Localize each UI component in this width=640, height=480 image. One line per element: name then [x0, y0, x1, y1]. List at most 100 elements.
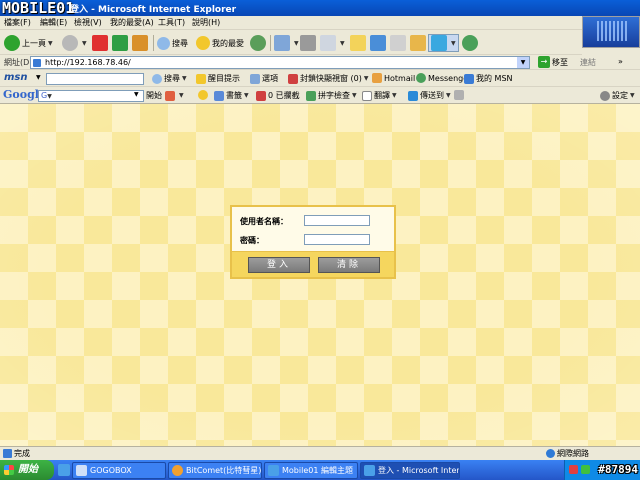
tray-icon[interactable]	[569, 465, 578, 474]
chevron-down-icon: ▼	[294, 39, 299, 47]
search-button[interactable]: 搜尋	[157, 34, 188, 52]
stop-button[interactable]	[92, 34, 110, 52]
watermark-id: #87894	[598, 463, 638, 476]
discuss-button[interactable]	[350, 34, 368, 52]
window-title: 登入 - Microsoft Internet Explorer	[70, 5, 237, 15]
start-button[interactable]: 開始	[0, 460, 54, 480]
chevron-down-icon: ▼	[48, 39, 53, 47]
skype-button[interactable]: ▼	[428, 34, 459, 52]
favorites-button[interactable]: 我的最愛	[196, 34, 244, 52]
quicklaunch-ie-icon[interactable]	[58, 464, 70, 476]
google-pencil-button[interactable]	[454, 90, 466, 100]
google-settings-button[interactable]: 設定 ▼	[600, 90, 635, 101]
chevron-down-icon[interactable]: ▼	[134, 91, 139, 98]
menu-favorites[interactable]: 我的最愛(A)	[110, 17, 154, 28]
messenger-toolbar-button[interactable]	[370, 34, 388, 52]
tray-icon[interactable]	[581, 465, 590, 474]
chevron-down-icon[interactable]: ▼	[36, 74, 41, 81]
menu-view[interactable]: 檢視(V)	[74, 17, 102, 28]
ie-icon	[364, 465, 375, 476]
research-button[interactable]	[390, 34, 408, 52]
google-start-button[interactable]: 開始 ▼	[146, 90, 184, 101]
chevron-down-icon: ▼	[392, 92, 397, 99]
windows-flag-icon	[4, 465, 14, 475]
print-button[interactable]	[300, 34, 318, 52]
msn-options-button[interactable]: 選項	[250, 73, 278, 84]
popup-blocker-icon	[256, 90, 266, 101]
taskbar-item-gogobox[interactable]: GOGOBOX	[72, 462, 166, 479]
chevron-down-icon: ▼	[451, 39, 456, 47]
chevron-down-icon: ▼	[446, 92, 451, 99]
chevron-down-icon: ▼	[340, 39, 345, 47]
messenger-icon	[416, 73, 426, 83]
login-button-bar: 登入 清除	[232, 251, 394, 277]
address-url[interactable]: http://192.168.78.46/	[45, 58, 131, 67]
address-input[interactable]: http://192.168.78.46/ ▼	[30, 56, 530, 69]
back-arrow-icon	[4, 35, 20, 51]
people-icon	[462, 35, 478, 51]
taskbar-item-mobile01[interactable]: Mobile01 編輯主題	[264, 462, 358, 479]
msn-mymsn-button[interactable]: 我的 MSN	[464, 73, 513, 84]
password-input[interactable]	[304, 234, 370, 245]
folder-icon	[350, 35, 366, 51]
chevron-down-icon: ▼	[363, 75, 369, 82]
page-content: 使用者名稱： 密碼： 登入 清除	[0, 104, 640, 446]
address-bar: 網址(D) http://192.168.78.46/ ▼ → 移至 連結 »	[0, 55, 640, 70]
mail-button[interactable]: ▼	[274, 34, 299, 52]
google-spellcheck-button[interactable]: 拼字檢查 ▼	[306, 90, 357, 101]
menu-bar: 檔案(F) 編輯(E) 檢視(V) 我的最愛(A) 工具(T) 說明(H)	[0, 16, 640, 30]
messenger-icon	[370, 35, 386, 51]
address-label: 網址(D)	[4, 58, 33, 67]
msn-search-button[interactable]: 搜尋 ▼	[152, 73, 187, 84]
clear-button[interactable]: 清除	[318, 257, 380, 273]
back-button[interactable]: 上一頁 ▼	[4, 34, 53, 52]
menu-file[interactable]: 檔案(F)	[4, 17, 31, 28]
address-dropdown-icon[interactable]: ▼	[517, 57, 529, 68]
google-popup-blocked-button[interactable]: 0 已攔截	[256, 90, 300, 101]
msn-logo[interactable]: msn	[4, 72, 28, 83]
google-sendto-button[interactable]: 傳送到 ▼	[408, 90, 451, 101]
google-star-button[interactable]	[198, 90, 210, 100]
status-bar: 完成 網際網路	[0, 446, 640, 460]
username-input[interactable]	[304, 215, 370, 226]
menu-edit[interactable]: 編輯(E)	[40, 17, 67, 28]
mobile01-watermark-logo: MOBILE01	[2, 0, 75, 17]
forward-arrow-icon	[62, 35, 78, 51]
chevron-down-icon: ▼	[82, 39, 87, 47]
menu-tools[interactable]: 工具(T)	[158, 17, 185, 28]
google-search-input[interactable]: G▼	[38, 90, 144, 102]
login-button[interactable]: 登入	[248, 257, 310, 273]
history-button[interactable]	[250, 34, 268, 52]
refresh-button[interactable]	[112, 34, 130, 52]
toolbar-separator	[153, 35, 154, 51]
msn-popup-blocker-button[interactable]: 封鎖快顯視窗 (0) ▼	[288, 73, 369, 84]
msn-highlight-button[interactable]: 醒目提示	[196, 73, 240, 84]
standard-toolbar: 上一頁 ▼ ▼ 搜尋 我的最愛 ▼ ▼ ▼	[0, 31, 582, 55]
google-bookmarks-button[interactable]: 書籤 ▼	[214, 90, 249, 101]
go-button[interactable]: → 移至	[538, 56, 568, 68]
msn-hotmail-button[interactable]: Hotmail	[372, 73, 415, 83]
forward-button[interactable]: ▼	[62, 34, 87, 52]
bittorrent-button[interactable]	[410, 34, 428, 52]
edit-button[interactable]: ▼	[320, 34, 345, 52]
bitcomet-icon	[172, 465, 183, 476]
msn-search-input[interactable]	[46, 73, 144, 85]
print-icon	[300, 35, 316, 51]
taskbar-item-bitcomet[interactable]: BitComet(比特彗星) ...	[168, 462, 262, 479]
security-zone: 網際網路	[546, 448, 589, 459]
msn-people-button[interactable]	[462, 34, 480, 52]
menu-help[interactable]: 說明(H)	[192, 17, 220, 28]
password-label: 密碼：	[240, 236, 264, 245]
links-toolbar-label[interactable]: 連結	[580, 57, 596, 68]
home-button[interactable]	[132, 34, 150, 52]
chevron-down-icon: ▼	[182, 75, 187, 82]
bookmark-icon	[214, 90, 224, 101]
edit-icon	[320, 35, 336, 51]
chevron-down-icon: ▼	[244, 92, 249, 99]
google-translate-button[interactable]: 翻譯 ▼	[362, 90, 397, 101]
links-chevron-icon[interactable]: »	[618, 57, 623, 66]
taskbar-item-login-ie[interactable]: 登入 - Microsoft Inter...	[360, 462, 460, 479]
star-icon	[196, 36, 210, 50]
skype-icon	[431, 35, 447, 51]
window-icon	[76, 465, 87, 476]
